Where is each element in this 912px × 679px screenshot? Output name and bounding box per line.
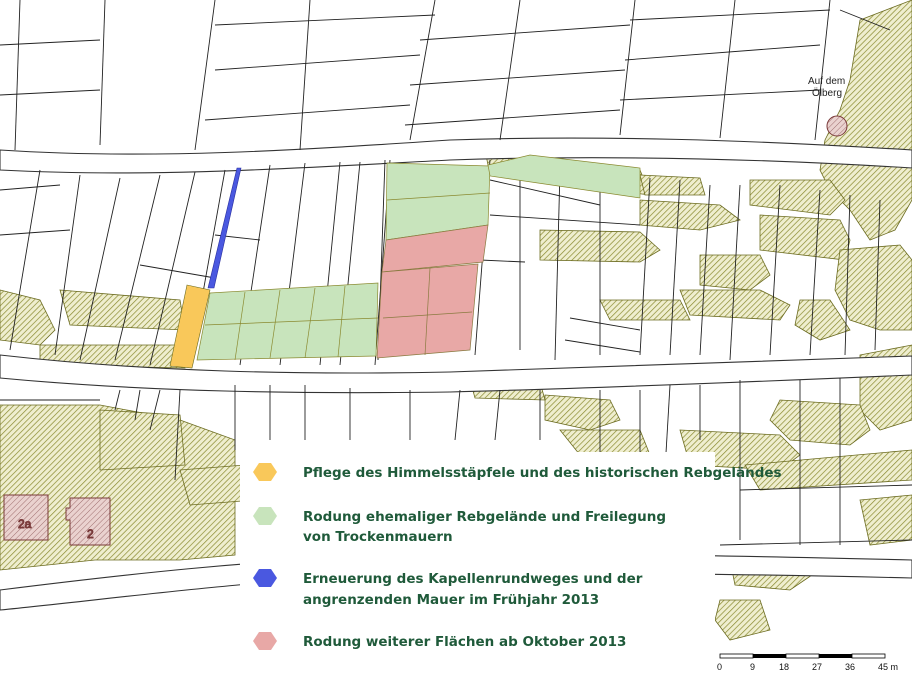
legend-item-4-line1: Rodung weiterer Flächen ab Oktober 2013 [303, 634, 626, 650]
cadastral-map: Auf dem Ölberg 2a 2 Pflege des Himmelsst… [0, 0, 912, 679]
house-number-2: 2 [87, 527, 94, 541]
scale-tick-27: 27 [812, 662, 822, 672]
house-number-2a: 2a [18, 517, 32, 531]
place-label-line2: Ölberg [812, 87, 842, 99]
blue-path-kapellenrundweg [207, 167, 242, 289]
legend-item-3-line2: angrenzenden Mauer im Frühjahr 2013 [303, 592, 599, 608]
legend-item-3-line1: Erneuerung des Kapellenrundweges und der [303, 571, 643, 587]
legend-item-2-line1: Rodung ehemaliger Rebgelände und Freileg… [303, 509, 666, 525]
legend-item-1-line1: Pflege des Himmelsstäpfele und des histo… [303, 465, 782, 481]
legend-item-2-line2: von Trockenmauern [303, 529, 453, 545]
scale-tick-45: 45 m [878, 662, 898, 672]
scale-tick-18: 18 [779, 662, 789, 672]
place-label-line1: Auf dem [808, 76, 845, 87]
pink-areas-rodung-oktober [376, 224, 489, 359]
scale-tick-0: 0 [717, 662, 722, 672]
chapel-symbol [826, 115, 848, 137]
scale-tick-9: 9 [750, 662, 755, 672]
scale-tick-36: 36 [845, 662, 855, 672]
